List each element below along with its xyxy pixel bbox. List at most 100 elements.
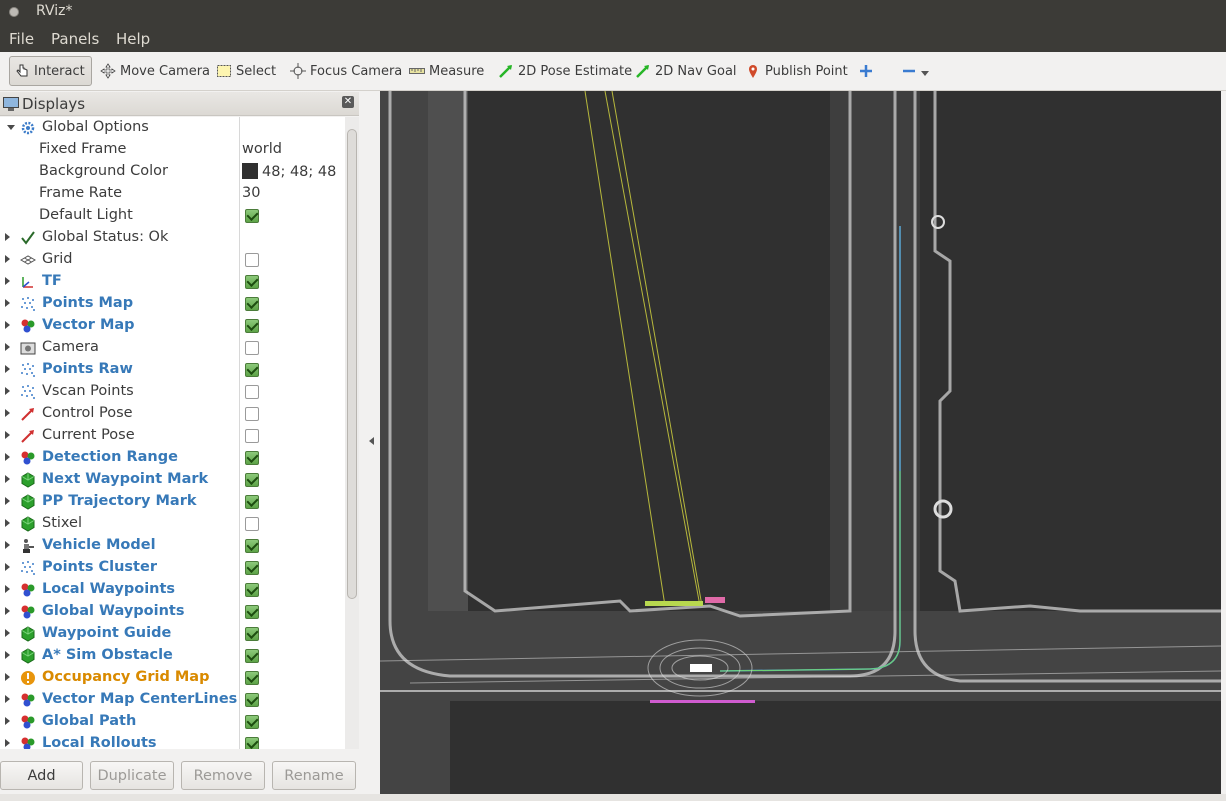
move-camera-tool-button[interactable]: Move Camera xyxy=(96,56,214,86)
remove-tool-menu-button[interactable] xyxy=(897,56,933,86)
expand-arrow-icon[interactable] xyxy=(5,299,10,307)
enable-checkbox[interactable] xyxy=(245,627,259,641)
expand-arrow-icon[interactable] xyxy=(5,717,10,725)
display-item-vector-map-centerlines[interactable]: Vector Map CenterLines xyxy=(0,689,345,711)
enable-checkbox[interactable] xyxy=(245,583,259,597)
expand-arrow-icon[interactable] xyxy=(5,607,10,615)
pose-estimate-tool-button[interactable]: 2D Pose Estimate xyxy=(494,56,636,86)
expand-arrow-icon[interactable] xyxy=(5,387,10,395)
menu-file[interactable]: File xyxy=(9,30,34,48)
expand-arrow-icon[interactable] xyxy=(5,233,10,241)
collapse-arrow-icon[interactable] xyxy=(7,125,15,130)
display-item-stixel[interactable]: Stixel xyxy=(0,513,345,535)
frame-rate-value[interactable]: 30 xyxy=(242,185,260,201)
enable-checkbox[interactable] xyxy=(245,429,259,443)
scrollbar-thumb[interactable] xyxy=(347,129,357,599)
interact-tool-button[interactable]: Interact xyxy=(9,56,92,86)
expand-arrow-icon[interactable] xyxy=(5,255,10,263)
enable-checkbox[interactable] xyxy=(245,737,259,749)
expand-arrow-icon[interactable] xyxy=(5,563,10,571)
enable-checkbox[interactable] xyxy=(245,473,259,487)
display-item-points-raw[interactable]: Points Raw xyxy=(0,359,345,381)
nav-goal-tool-button[interactable]: 2D Nav Goal xyxy=(631,56,741,86)
enable-checkbox[interactable] xyxy=(245,363,259,377)
expand-arrow-icon[interactable] xyxy=(5,475,10,483)
expand-arrow-icon[interactable] xyxy=(5,541,10,549)
expand-arrow-icon[interactable] xyxy=(5,453,10,461)
display-item-points-map[interactable]: Points Map xyxy=(0,293,345,315)
menu-help[interactable]: Help xyxy=(116,30,150,48)
display-item-waypoint-guide[interactable]: Waypoint Guide xyxy=(0,623,345,645)
expand-arrow-icon[interactable] xyxy=(5,497,10,505)
displays-scrollbar[interactable] xyxy=(345,117,359,749)
enable-checkbox[interactable] xyxy=(245,297,259,311)
display-item-camera[interactable]: Camera xyxy=(0,337,345,359)
expand-arrow-icon[interactable] xyxy=(5,585,10,593)
display-item-occupancy-grid-map[interactable]: Occupancy Grid Map xyxy=(0,667,345,689)
add-tool-button[interactable] xyxy=(854,56,882,86)
focus-camera-tool-button[interactable]: Focus Camera xyxy=(286,56,406,86)
enable-checkbox[interactable] xyxy=(245,495,259,509)
remove-button[interactable]: Remove xyxy=(181,761,265,790)
tree-row-default-light[interactable]: Default Light xyxy=(0,205,345,227)
expand-arrow-icon[interactable] xyxy=(5,695,10,703)
background-color-value[interactable]: 48; 48; 48 xyxy=(242,163,336,180)
display-item-pp-trajectory-mark[interactable]: PP Trajectory Mark xyxy=(0,491,345,513)
display-item-vector-map[interactable]: Vector Map xyxy=(0,315,345,337)
display-item-tf[interactable]: TF xyxy=(0,271,345,293)
window-menu-icon[interactable] xyxy=(9,7,19,17)
display-item-detection-range[interactable]: Detection Range xyxy=(0,447,345,469)
close-icon[interactable]: ✕ xyxy=(342,96,354,108)
expand-arrow-icon[interactable] xyxy=(5,365,10,373)
enable-checkbox[interactable] xyxy=(245,693,259,707)
expand-arrow-icon[interactable] xyxy=(5,519,10,527)
tree-row-global-status[interactable]: Global Status: Ok xyxy=(0,227,345,249)
enable-checkbox[interactable] xyxy=(245,715,259,729)
expand-arrow-icon[interactable] xyxy=(5,673,10,681)
expand-arrow-icon[interactable] xyxy=(5,739,10,747)
tree-row-frame-rate[interactable]: Frame Rate 30 xyxy=(0,183,345,205)
display-item-points-cluster[interactable]: Points Cluster xyxy=(0,557,345,579)
add-button[interactable]: Add xyxy=(0,761,83,790)
expand-arrow-icon[interactable] xyxy=(5,409,10,417)
expand-arrow-icon[interactable] xyxy=(5,431,10,439)
expand-arrow-icon[interactable] xyxy=(5,629,10,637)
expand-arrow-icon[interactable] xyxy=(5,651,10,659)
duplicate-button[interactable]: Duplicate xyxy=(90,761,174,790)
enable-checkbox[interactable] xyxy=(245,253,259,267)
display-item-local-waypoints[interactable]: Local Waypoints xyxy=(0,579,345,601)
display-item-vscan-points[interactable]: Vscan Points xyxy=(0,381,345,403)
expand-arrow-icon[interactable] xyxy=(5,277,10,285)
display-item-global-path[interactable]: Global Path xyxy=(0,711,345,733)
expand-arrow-icon[interactable] xyxy=(5,343,10,351)
fixed-frame-value[interactable]: world xyxy=(242,141,282,157)
display-item-global-waypoints[interactable]: Global Waypoints xyxy=(0,601,345,623)
default-light-checkbox[interactable] xyxy=(245,209,259,223)
enable-checkbox[interactable] xyxy=(245,451,259,465)
rename-button[interactable]: Rename xyxy=(272,761,356,790)
display-item-current-pose[interactable]: Current Pose xyxy=(0,425,345,447)
enable-checkbox[interactable] xyxy=(245,561,259,575)
enable-checkbox[interactable] xyxy=(245,407,259,421)
display-item-control-pose[interactable]: Control Pose xyxy=(0,403,345,425)
tree-row-background-color[interactable]: Background Color 48; 48; 48 xyxy=(0,161,345,183)
enable-checkbox[interactable] xyxy=(245,605,259,619)
display-item-grid[interactable]: Grid xyxy=(0,249,345,271)
tree-row-fixed-frame[interactable]: Fixed Frame world xyxy=(0,139,345,161)
display-item-next-waypoint-mark[interactable]: Next Waypoint Mark xyxy=(0,469,345,491)
measure-tool-button[interactable]: Measure xyxy=(405,56,488,86)
render-viewport[interactable] xyxy=(380,91,1221,794)
publish-point-tool-button[interactable]: Publish Point xyxy=(741,56,852,86)
select-tool-button[interactable]: Select xyxy=(212,56,280,86)
menu-panels[interactable]: Panels xyxy=(51,30,99,48)
enable-checkbox[interactable] xyxy=(245,275,259,289)
display-item-vehicle-model[interactable]: Vehicle Model xyxy=(0,535,345,557)
display-item-local-rollouts[interactable]: Local Rollouts xyxy=(0,733,345,749)
enable-checkbox[interactable] xyxy=(245,319,259,333)
enable-checkbox[interactable] xyxy=(245,517,259,531)
displays-tree[interactable]: Global Options Fixed Frame world Backgro… xyxy=(0,117,345,749)
expand-arrow-icon[interactable] xyxy=(5,321,10,329)
enable-checkbox[interactable] xyxy=(245,385,259,399)
enable-checkbox[interactable] xyxy=(245,341,259,355)
enable-checkbox[interactable] xyxy=(245,539,259,553)
